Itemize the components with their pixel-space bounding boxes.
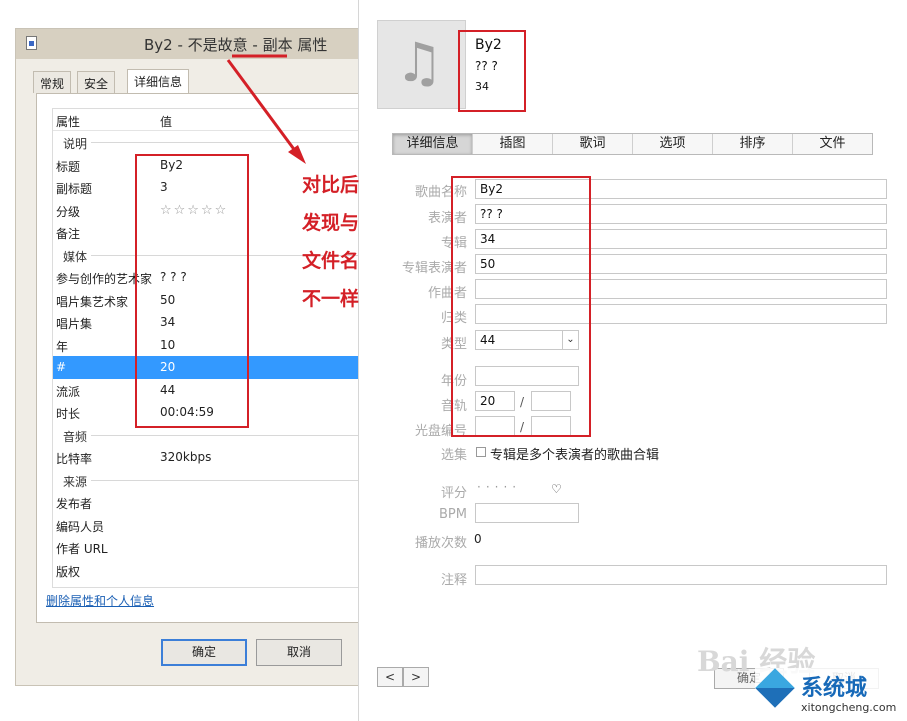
brand-logo: 系统城 xitongcheng.com xyxy=(755,668,905,718)
brand-name: 系统城 xyxy=(801,676,868,701)
annotation-arrow xyxy=(226,54,306,164)
brand-logo-icon xyxy=(755,668,795,708)
brand-url: xitongcheng.com xyxy=(801,701,897,714)
annotation-text: 对比后 发现与 文件名 不一样 xyxy=(302,174,360,310)
